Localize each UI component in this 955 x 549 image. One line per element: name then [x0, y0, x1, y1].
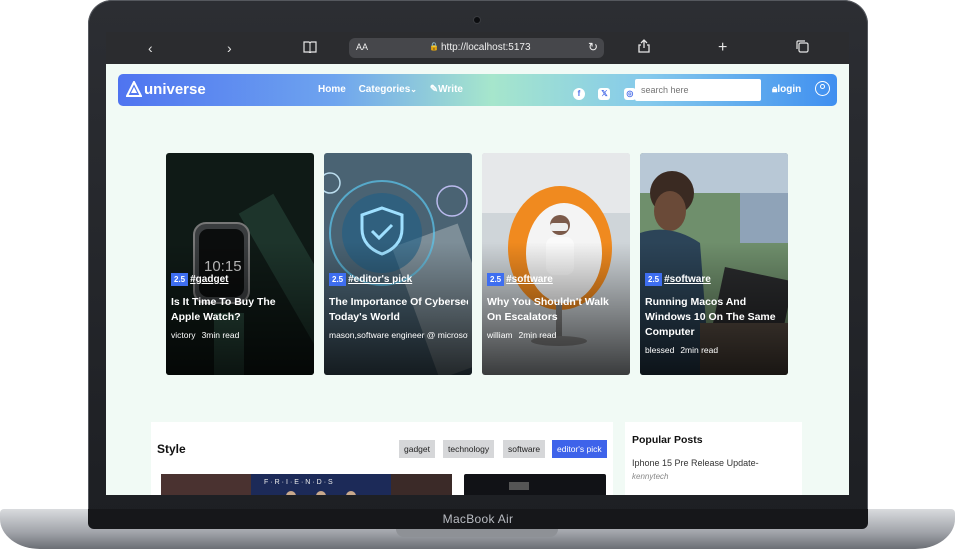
- nav-write-label: Write: [438, 84, 463, 95]
- card-meta: 2.5 #editor's pick The Importance Of Cybe…: [329, 269, 468, 340]
- popular-post-author: kennytech: [632, 472, 669, 481]
- category-technology[interactable]: technology: [443, 440, 495, 458]
- dark-thumbnail[interactable]: [464, 474, 606, 495]
- site-logo[interactable]: universe: [125, 79, 206, 98]
- text-size-button[interactable]: AA: [356, 42, 368, 52]
- card-readtime: 2min read: [518, 330, 557, 340]
- nav-categories[interactable]: Categories⌄: [359, 84, 417, 95]
- card-title-line: Why You Shouldn't Walk: [487, 296, 609, 308]
- logo-icon: [125, 79, 143, 97]
- forward-icon[interactable]: ›: [227, 38, 232, 58]
- featured-card[interactable]: 2.5 #editor's pick The Importance Of Cybe…: [324, 153, 472, 375]
- card-title-line: Apple Watch?: [171, 311, 241, 323]
- svg-text:F·R·I·E·N·D·S: F·R·I·E·N·D·S: [264, 479, 335, 486]
- card-byline: mason,software engineer @ microsoft: [329, 330, 468, 340]
- login-label: login: [777, 84, 802, 95]
- card-meta: 2.5 #software Why You Shouldn't Walk On Es…: [487, 269, 626, 340]
- back-icon[interactable]: ‹: [148, 38, 153, 58]
- card-meta: 2.5 #gadget Is It Time To Buy The Apple Wa…: [171, 269, 310, 340]
- card-title-line: Today's World: [329, 311, 400, 323]
- address-bar[interactable]: AA 🔒 http://localhost:5173 ↻: [349, 38, 604, 58]
- nav-home[interactable]: Home: [318, 84, 346, 95]
- section-title: Style: [157, 442, 186, 456]
- card-tag[interactable]: #gadget: [190, 274, 228, 285]
- card-meta: 2.5 #software Running Macos And Windows 10…: [645, 269, 784, 355]
- search-input[interactable]: [635, 79, 761, 101]
- nav-write[interactable]: ✎Write: [430, 84, 463, 95]
- device-label: MacBook Air: [442, 512, 514, 526]
- card-byline: blessed 2min read: [645, 345, 784, 355]
- card-title[interactable]: Running Macos And Windows 10 On The Same C…: [645, 295, 784, 340]
- site-navbar: universe Home Categories⌄ ✎Write f 𝕏 ◎ 🔒…: [118, 74, 837, 106]
- browser-toolbar: ‹ › AA 🔒 http://localhost:5173 ↻ +: [106, 32, 849, 64]
- card-readtime: 3min read: [201, 330, 240, 340]
- category-gadget[interactable]: gadget: [399, 440, 435, 458]
- pen-icon: ✎: [429, 84, 439, 95]
- score-badge: 2.5: [171, 273, 189, 286]
- featured-card[interactable]: 10:15 2.5#gadget Is It Time To Buy TheAp…: [166, 153, 314, 375]
- card-title-line: Windows 10 On The Same: [645, 311, 776, 323]
- featured-card[interactable]: 2.5 #software Why You Shouldn't Walk On Es…: [482, 153, 630, 375]
- book-icon[interactable]: [303, 38, 317, 58]
- score-badge: 2.5: [645, 273, 663, 286]
- card-byline: william 2min read: [487, 330, 626, 340]
- lock-icon: 🔒: [429, 42, 439, 51]
- popular-posts: Popular Posts Iphone 15 Pre Release Upda…: [625, 422, 802, 495]
- camera: [474, 17, 480, 23]
- card-title[interactable]: The Importance Of Cybersecurity In Today'…: [329, 295, 468, 325]
- facebook-icon[interactable]: f: [573, 88, 585, 100]
- tabs-icon[interactable]: [796, 38, 809, 58]
- card-author: victory: [171, 330, 196, 340]
- logo-text: universe: [144, 81, 206, 98]
- card-readtime: 2min read: [680, 345, 719, 355]
- card-tag[interactable]: #software: [664, 274, 711, 285]
- card-tag[interactable]: #software: [506, 274, 553, 285]
- popular-title: Popular Posts: [632, 434, 703, 446]
- user-icon[interactable]: [815, 81, 830, 96]
- score-badge: 2.5: [487, 273, 505, 286]
- chevron-down-icon: ⌄: [410, 85, 417, 94]
- card-author: william: [487, 330, 513, 340]
- x-icon[interactable]: 𝕏: [598, 88, 611, 100]
- card-byline: victory 3min read: [171, 330, 310, 340]
- score-badge: 2.5: [329, 273, 347, 286]
- friends-thumbnail[interactable]: F·R·I·E·N·D·S: [161, 474, 452, 495]
- style-section: Style gadget technology software editor'…: [151, 422, 613, 495]
- screen: ‹ › AA 🔒 http://localhost:5173 ↻ + unive…: [106, 32, 849, 495]
- login-button[interactable]: 🔒︎login: [772, 84, 801, 95]
- popular-post-title[interactable]: Iphone 15 Pre Release Update-: [632, 458, 759, 468]
- featured-card[interactable]: 2.5 #software Running Macos And Windows 10…: [640, 153, 788, 375]
- url-text[interactable]: http://localhost:5173: [441, 42, 531, 53]
- card-author: mason,software engineer @ microsoft: [329, 330, 468, 340]
- card-title-line: The Importance Of Cybersecurity In: [329, 296, 468, 308]
- card-title-line: On Escalators: [487, 311, 558, 323]
- nav-links: Home Categories⌄ ✎Write: [318, 84, 473, 95]
- laptop-notch: [396, 529, 558, 537]
- card-title[interactable]: Why You Shouldn't Walk On Escalators: [487, 295, 626, 325]
- card-tag[interactable]: #editor's pick: [348, 274, 412, 285]
- card-author: blessed: [645, 345, 675, 355]
- card-title[interactable]: Is It Time To Buy The Apple Watch?: [171, 295, 310, 325]
- nav-categories-label: Categories: [358, 84, 411, 95]
- category-editors-pick[interactable]: editor's pick: [552, 440, 607, 458]
- reload-icon[interactable]: ↻: [588, 40, 598, 54]
- plus-icon[interactable]: +: [718, 38, 727, 58]
- card-title-line: Is It Time To Buy The: [171, 296, 276, 308]
- share-icon[interactable]: [638, 38, 650, 58]
- card-title-line: Running Macos And: [645, 296, 747, 308]
- card-title-line: Computer: [645, 326, 695, 338]
- category-software[interactable]: software: [503, 440, 546, 458]
